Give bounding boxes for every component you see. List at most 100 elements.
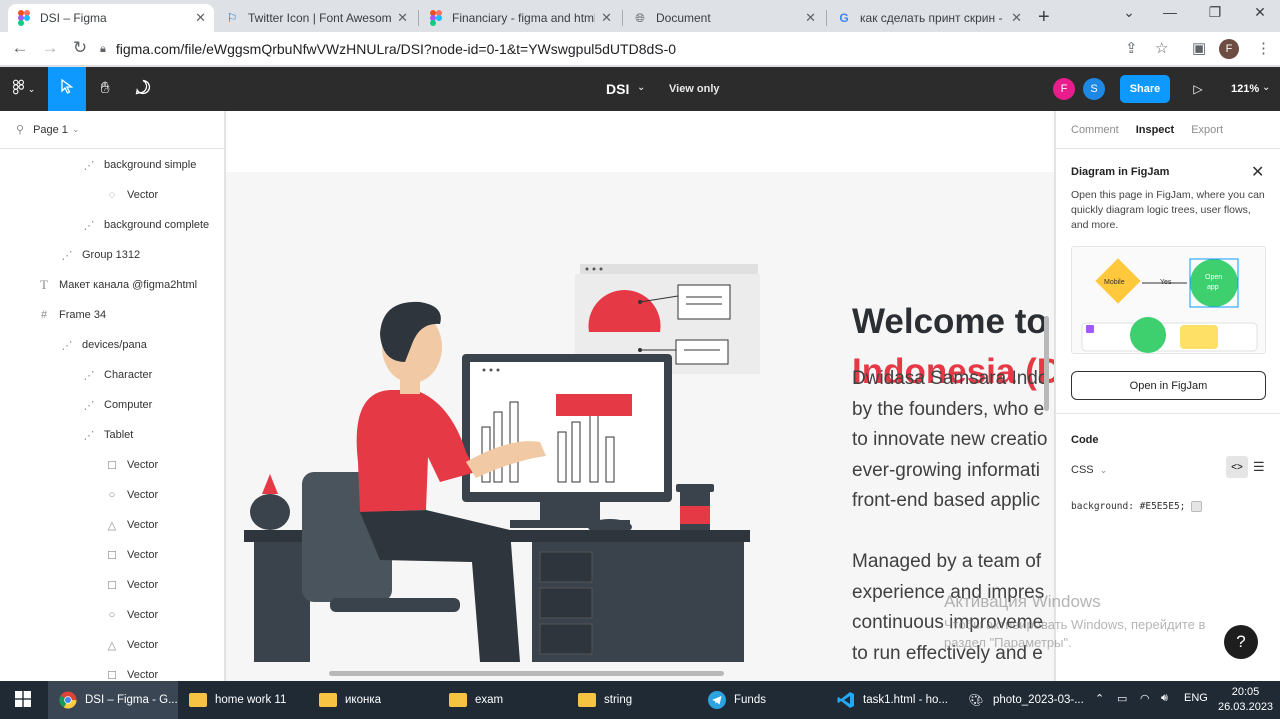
hand-tool-button[interactable]: ✋︎	[86, 67, 124, 111]
share-button[interactable]: Share	[1120, 75, 1170, 103]
collaborator-avatar[interactable]: F	[1053, 78, 1075, 100]
url-field[interactable]: 🔒︎ figma.com/file/eWggsmQrbuNfwVWzHNULra…	[100, 36, 1120, 62]
layer-row[interactable]: ⋰ background simple	[82, 150, 197, 180]
layer-row[interactable]: T Макет канала @figma2html	[37, 270, 197, 300]
tab-title: DSI – Figma	[40, 11, 107, 25]
taskbar-label: DSI – Figma - G...	[85, 694, 178, 706]
layer-row[interactable]: ☐ Vector	[105, 660, 158, 681]
list-view-icon[interactable]: ☰	[1253, 459, 1265, 475]
tab-inspect[interactable]: Inspect	[1136, 124, 1175, 136]
taskbar-item-paint[interactable]: 🎨︎ photo_2023-03-...	[966, 681, 1086, 719]
taskbar-item-vscode[interactable]: task1.html - ho...	[836, 681, 956, 719]
layer-row[interactable]: ☐ Vector	[105, 450, 158, 480]
wifi-icon[interactable]: ◠	[1140, 692, 1150, 705]
taskbar-item-folder[interactable]: home work 11	[188, 681, 308, 719]
vertical-scrollbar[interactable]	[1044, 316, 1049, 411]
layer-row[interactable]: ⋰ Computer	[82, 390, 153, 420]
layer-row[interactable]: ○ Vector	[105, 480, 159, 510]
tab-comment[interactable]: Comment	[1071, 124, 1119, 136]
group-icon: ⋰	[83, 369, 95, 382]
taskbar-item-folder[interactable]: exam	[448, 681, 568, 719]
bookmark-star-icon[interactable]: ☆	[1155, 39, 1168, 57]
browser-tab-financiary[interactable]: Financiary - figma and html f ✕	[420, 4, 620, 32]
close-icon[interactable]: ✕	[601, 10, 612, 26]
zoom-level[interactable]: 121%	[1231, 83, 1259, 95]
taskbar-item-folder[interactable]: иконка	[318, 681, 438, 719]
close-icon[interactable]: ✕	[805, 10, 816, 26]
layer-row[interactable]: ⋰ background complete	[82, 210, 210, 240]
layer-row[interactable]: ⋰ devices/pana	[60, 330, 147, 360]
code-view-toggle[interactable]: <>	[1226, 456, 1248, 478]
folder-icon	[577, 692, 597, 708]
tab-export[interactable]: Export	[1191, 124, 1223, 136]
browser-tab-document[interactable]: 🌐︎ Document ✕	[624, 4, 824, 32]
figma-toolbar: ⌄ ✋︎ DSI ⌄ View only F S Share ▷ 121% ⌄	[0, 67, 1280, 111]
layer-name: Макет канала @figma2html	[59, 279, 198, 291]
comment-icon	[135, 79, 151, 100]
horizontal-scrollbar[interactable]	[329, 671, 724, 676]
paint-icon: 🎨︎	[968, 693, 984, 707]
language-indicator[interactable]: ENG	[1184, 692, 1208, 704]
help-button[interactable]: ?	[1224, 625, 1258, 659]
more-menu-icon[interactable]: ⋮	[1256, 39, 1271, 57]
browser-tab-figma-dsi[interactable]: DSI – Figma ✕	[8, 4, 214, 32]
chevron-up-icon[interactable]: ⌃	[1095, 692, 1104, 705]
volume-icon[interactable]: 🔊︎	[1161, 692, 1168, 705]
battery-icon[interactable]: ▭	[1117, 692, 1127, 705]
close-icon[interactable]: ✕	[195, 10, 206, 26]
restore-button[interactable]: ❐	[1203, 4, 1227, 21]
lock-icon: 🔒︎	[100, 42, 106, 55]
chevron-down-icon[interactable]: ⌄	[1262, 82, 1270, 93]
css-code-line[interactable]: background: #E5E5E5;	[1071, 501, 1203, 512]
figma-canvas[interactable]: Welcome to Indonesia (D Dwidasa Samsara …	[226, 111, 1054, 681]
layer-row[interactable]: ⋰ Group 1312	[60, 240, 141, 270]
forward-button[interactable]: →	[40, 38, 60, 58]
page-selector[interactable]: ⚲ Page 1 ⌄	[0, 111, 224, 149]
start-button[interactable]	[0, 681, 46, 719]
layer-row[interactable]: ○ Vector	[105, 600, 159, 630]
back-button[interactable]: ←	[10, 38, 30, 58]
search-icon[interactable]: ⚲	[16, 123, 24, 136]
ellipse-icon: ○	[108, 489, 116, 501]
reload-button[interactable]: ↻	[70, 38, 90, 58]
figjam-description: Open this page in FigJam, where you can …	[1071, 189, 1265, 231]
browser-tab-twitter-icon[interactable]: ⚐ Twitter Icon | Font Awesome ✕	[216, 4, 416, 32]
code-language-select[interactable]: CSS ⌄	[1071, 464, 1107, 476]
layer-row[interactable]: ⋰ Character	[82, 360, 153, 390]
taskbar-item-folder[interactable]: string	[577, 681, 697, 719]
rectangle-icon: ☐	[107, 549, 117, 562]
document-name[interactable]: DSI	[606, 81, 629, 97]
system-clock[interactable]: 20:05 26.03.2023	[1218, 685, 1273, 715]
layer-row[interactable]: ⋰ Tablet	[82, 420, 134, 450]
chevron-down-icon[interactable]: ⌄	[637, 82, 645, 93]
move-tool-button[interactable]	[48, 67, 86, 111]
collaborator-avatar[interactable]: S	[1083, 78, 1105, 100]
layer-row[interactable]: △ Vector	[105, 630, 158, 660]
layer-row[interactable]: ☐ Vector	[105, 570, 158, 600]
comment-tool-button[interactable]	[124, 67, 162, 111]
taskbar-item-chrome[interactable]: DSI – Figma - G...	[48, 681, 178, 719]
close-icon[interactable]: ✕	[1011, 10, 1022, 26]
hero-title-line1: Welcome to	[852, 302, 1048, 341]
present-button[interactable]: ▷	[1186, 67, 1210, 111]
side-panel-icon[interactable]: ▣	[1192, 39, 1206, 57]
share-page-icon[interactable]: ⇪	[1125, 39, 1138, 57]
new-tab-button[interactable]: +	[1038, 6, 1050, 29]
profile-avatar[interactable]: F	[1219, 39, 1239, 59]
open-in-figjam-button[interactable]: Open in FigJam	[1071, 371, 1266, 400]
figma-menu-button[interactable]: ⌄	[0, 67, 48, 111]
tab-search-chevron-icon[interactable]: ⌄	[1117, 4, 1141, 21]
browser-tab-google-search[interactable]: G как сделать принт скрин - П ✕	[828, 4, 1030, 32]
close-icon[interactable]: ✕	[1251, 162, 1264, 182]
minimize-button[interactable]: —	[1158, 4, 1182, 20]
layer-row[interactable]: ◌ Vector	[105, 180, 158, 210]
taskbar-item-telegram[interactable]: Funds	[707, 681, 827, 719]
close-icon[interactable]: ✕	[397, 10, 408, 26]
layer-row[interactable]: ☐ Vector	[105, 540, 158, 570]
text-line: by the founders, who e	[852, 398, 1045, 420]
layer-row[interactable]: # Frame 34	[37, 300, 106, 330]
tab-separator	[418, 10, 419, 26]
close-window-button[interactable]: ✕	[1248, 4, 1272, 21]
design-frame[interactable]: Welcome to Indonesia (D Dwidasa Samsara …	[226, 172, 1054, 681]
layer-row[interactable]: △ Vector	[105, 510, 158, 540]
